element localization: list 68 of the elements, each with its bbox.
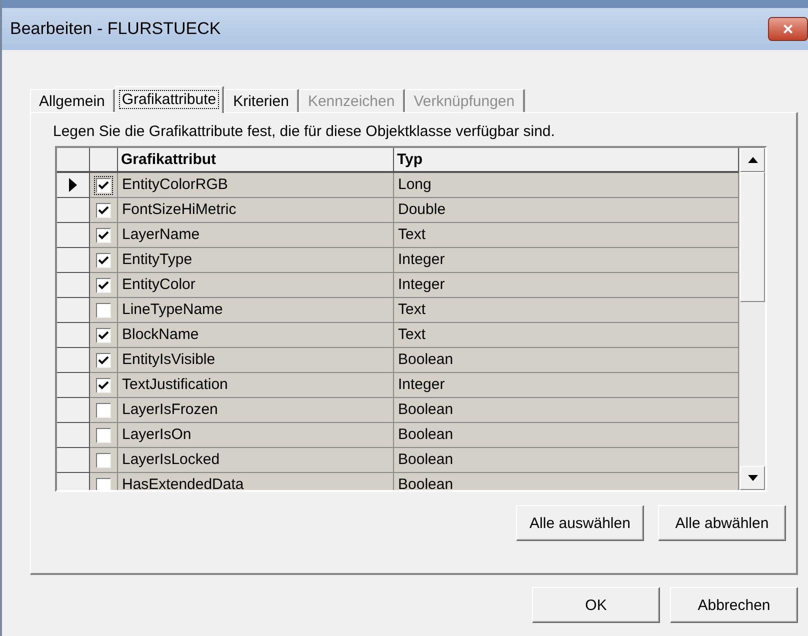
checkbox[interactable] [96, 278, 111, 292]
checkbox[interactable] [96, 178, 111, 192]
table-cell: LayerIsOn [118, 423, 394, 448]
tab[interactable]: Allgemein [30, 89, 115, 112]
table-cell: EntityType [118, 248, 394, 273]
checkbox[interactable] [96, 302, 111, 318]
row-header[interactable] [57, 323, 90, 348]
table-cell: Boolean [394, 398, 739, 423]
checkbox[interactable] [96, 428, 111, 442]
table-cell: LayerIsLocked [118, 448, 394, 473]
table-cell: Integer [394, 273, 739, 298]
description-text: Legen Sie die Grafikattribute fest, die für diese Objektklasse verfügbar sind. [53, 123, 556, 140]
table-cell: Double [394, 198, 739, 223]
table-cell: FontSizeHiMetric [118, 198, 394, 223]
checkbox[interactable] [96, 452, 111, 468]
tab[interactable]: Kriterien [224, 89, 299, 112]
deselect-all-button[interactable]: Alle abwählen [658, 505, 786, 541]
ok-button[interactable]: OK [532, 587, 660, 623]
table-cell: Boolean [394, 448, 739, 473]
checkbox[interactable] [96, 228, 111, 242]
table-cell: Text [394, 298, 739, 323]
checkbox[interactable] [96, 402, 111, 418]
scroll-thumb[interactable] [740, 172, 765, 302]
checkbox[interactable] [96, 478, 111, 490]
table-cell: TextJustification [118, 373, 394, 398]
cancel-button[interactable]: Abbrechen [670, 587, 798, 623]
row-header[interactable] [57, 248, 90, 273]
row-header[interactable] [57, 223, 90, 248]
down-arrow-icon [748, 475, 758, 481]
window-title: Bearbeiten - FLURSTUECK [10, 19, 221, 39]
current-row-icon [69, 178, 77, 192]
checkbox[interactable] [96, 328, 111, 342]
row-header[interactable] [57, 198, 90, 223]
row-header[interactable] [57, 298, 90, 323]
row-header[interactable] [57, 448, 90, 473]
checkbox[interactable] [96, 202, 111, 218]
table-cell: LayerName [118, 223, 394, 248]
table-cell: HasExtendedData [118, 473, 394, 490]
checkbox[interactable] [96, 252, 111, 268]
checkbox[interactable] [96, 352, 111, 368]
table-cell: Text [394, 323, 739, 348]
table-cell: LayerIsFrozen [118, 398, 394, 423]
table-cell: Integer [394, 373, 739, 398]
row-header[interactable] [57, 348, 90, 373]
table-cell: BlockName [118, 323, 394, 348]
row-header[interactable] [57, 398, 90, 423]
table-cell: Integer [394, 248, 739, 273]
table-cell: EntityColor [118, 273, 394, 298]
column-header[interactable]: Typ [394, 148, 739, 173]
table-cell: Long [394, 173, 739, 198]
row-header[interactable] [57, 273, 90, 298]
table-cell: EntityIsVisible [118, 348, 394, 373]
table-cell: Text [394, 223, 739, 248]
table-cell: Boolean [394, 348, 739, 373]
tab[interactable]: Grafikattribute [114, 86, 224, 113]
table-cell: Boolean [394, 423, 739, 448]
checkbox[interactable] [96, 378, 111, 392]
row-header[interactable] [57, 173, 90, 198]
table-cell: Boolean [394, 473, 739, 490]
up-arrow-icon [748, 157, 758, 163]
scroll-down-button[interactable] [740, 466, 765, 490]
table-cell: LineTypeName [118, 298, 394, 323]
table-cell: EntityColorRGB [118, 173, 394, 198]
row-header[interactable] [57, 373, 90, 398]
select-all-button[interactable]: Alle auswählen [516, 505, 644, 541]
scroll-up-button[interactable] [740, 148, 765, 172]
row-header[interactable] [57, 423, 90, 448]
column-header[interactable]: Grafikattribut [118, 148, 394, 173]
